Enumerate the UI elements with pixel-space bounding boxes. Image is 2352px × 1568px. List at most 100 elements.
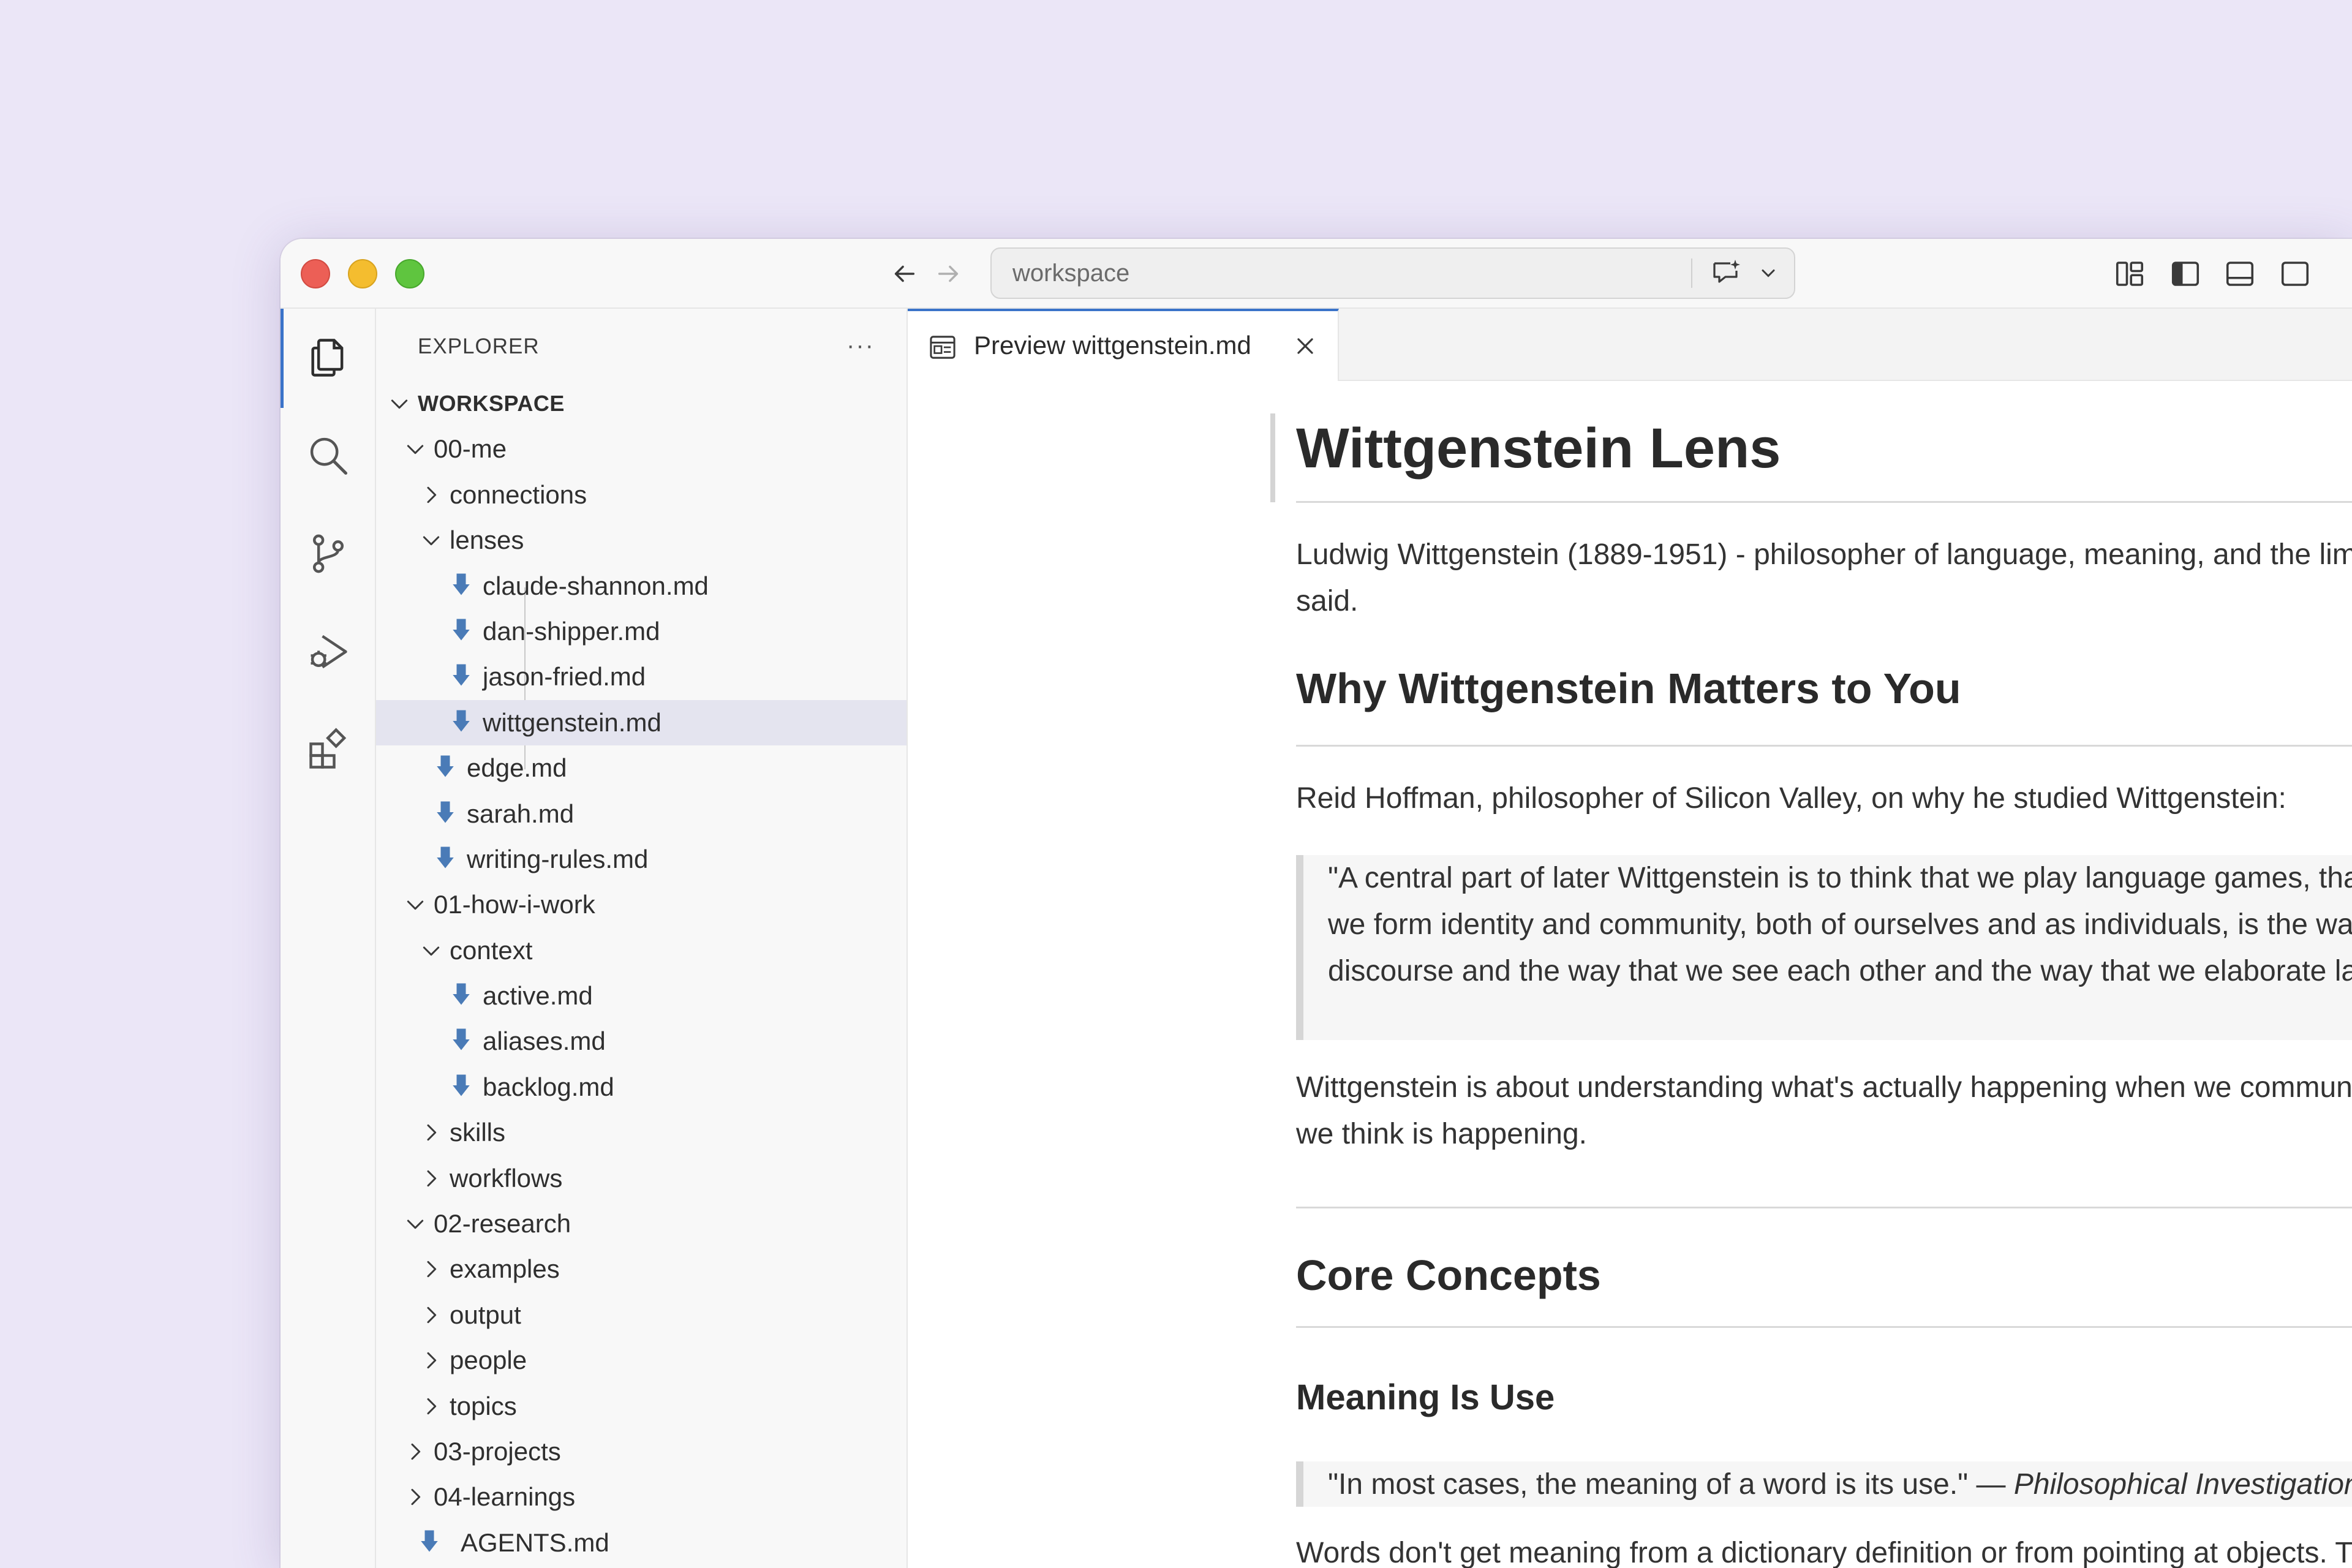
toggle-panel-icon[interactable]: [2223, 257, 2256, 290]
tree-folder-output[interactable]: output: [376, 1292, 907, 1338]
close-window-button[interactable]: [301, 259, 330, 288]
chevron-right-icon[interactable]: [419, 483, 443, 507]
tree-folder-02-research[interactable]: 02-research: [376, 1201, 907, 1246]
editor-area: Preview wittgenstein.md ··· Wittgenstein…: [908, 309, 2352, 1568]
tree-file-dan-shipper-md[interactable]: dan-shipper.md: [376, 609, 907, 654]
chevron-down-icon[interactable]: [1757, 262, 1779, 284]
chevron-right-icon[interactable]: [403, 1439, 428, 1464]
doc-title: Wittgenstein Lens: [1296, 417, 1781, 480]
zoom-window-button[interactable]: [395, 259, 424, 288]
command-center-search[interactable]: workspace: [990, 247, 1795, 299]
tree-folder-skills[interactable]: skills: [376, 1110, 907, 1155]
tab-preview-wittgenstein[interactable]: Preview wittgenstein.md: [908, 309, 1339, 381]
markdown-file-icon: [452, 663, 470, 687]
tree-file-backlog-md[interactable]: backlog.md: [376, 1065, 907, 1110]
explorer-sidebar: EXPLORER ··· WORKSPACE 00-me connections le…: [376, 309, 908, 1568]
search-icon[interactable]: [304, 431, 353, 480]
source-control-icon[interactable]: [304, 529, 353, 578]
minimize-window-button[interactable]: [348, 259, 377, 288]
tree-item-label: 01-how-i-work: [434, 890, 595, 919]
tree-folder-context[interactable]: context: [376, 928, 907, 973]
search-separator: [1691, 258, 1692, 288]
tree-file-writing-rules-md[interactable]: writing-rules.md: [376, 837, 907, 882]
section-divider: [1296, 1207, 2352, 1208]
customize-layout-icon[interactable]: [2113, 257, 2146, 290]
tree-item-label: claude-shannon.md: [483, 571, 709, 600]
heading-meaning-is-use: Meaning Is Use: [1296, 1378, 1555, 1417]
tree-file-sarah-md[interactable]: sarah.md: [376, 791, 907, 837]
toggle-primary-sidebar-icon[interactable]: [2169, 257, 2202, 290]
title-bar: workspace: [281, 239, 2352, 309]
tree-item-label: WORKSPACE: [418, 391, 565, 416]
chevron-down-icon[interactable]: [419, 938, 443, 963]
tree-folder-workflows[interactable]: workflows: [376, 1156, 907, 1201]
file-tree: WORKSPACE 00-me connections lenses claude-sh…: [376, 381, 907, 1566]
about-paragraph: Wittgenstein is about understanding what…: [1296, 1071, 2352, 1150]
tree-folder-04-learnings[interactable]: 04-learnings: [376, 1474, 907, 1520]
tree-item-label: jason-fried.md: [483, 662, 646, 692]
tree-item-label: wittgenstein.md: [483, 707, 662, 737]
markdown-file-icon: [452, 1027, 470, 1052]
tree-folder-03-projects[interactable]: 03-projects: [376, 1429, 907, 1474]
markdown-file-icon: [436, 800, 454, 824]
explorer-title: EXPLORER: [418, 334, 540, 358]
tree-item-label: dan-shipper.md: [483, 616, 660, 646]
tree-folder-00-me[interactable]: 00-me: [376, 426, 907, 472]
tree-folder-people[interactable]: people: [376, 1338, 907, 1383]
back-arrow-icon[interactable]: [884, 254, 924, 294]
tree-item-label: 03-projects: [434, 1436, 561, 1466]
tree-item-label: sarah.md: [467, 799, 575, 828]
chevron-down-icon[interactable]: [419, 528, 443, 552]
chevron-down-icon[interactable]: [403, 1212, 428, 1236]
chevron-right-icon[interactable]: [403, 1485, 428, 1509]
tree-file-claude-shannon-md[interactable]: claude-shannon.md: [376, 564, 907, 609]
chevron-right-icon[interactable]: [419, 1120, 443, 1145]
reid-paragraph: Reid Hoffman, philosopher of Silicon Val…: [1296, 782, 2286, 815]
quote-text: "In most cases, the meaning of a word is…: [1328, 1468, 2014, 1501]
extensions-icon[interactable]: [304, 725, 353, 774]
tree-folder-topics[interactable]: topics: [376, 1384, 907, 1429]
markdown-file-icon: [436, 845, 454, 870]
close-icon[interactable]: [1294, 334, 1317, 358]
tree-file-wittgenstein-md[interactable]: wittgenstein.md: [376, 699, 907, 746]
chevron-down-icon[interactable]: [387, 391, 412, 416]
tree-file-edge-md[interactable]: edge.md: [376, 745, 907, 791]
chevron-right-icon[interactable]: [419, 1394, 443, 1419]
markdown-file-icon: [452, 982, 470, 1006]
scroll-sync-marker: [1270, 413, 1275, 502]
quote-text: "A central part of later Wittgenstein is…: [1328, 862, 2352, 987]
markdown-preview: Wittgenstein Lens Ludwig Wittgenstein (1…: [908, 382, 2352, 1568]
chevron-down-icon[interactable]: [403, 437, 428, 461]
run-and-debug-icon[interactable]: [304, 627, 353, 676]
tree-item-label: backlog.md: [483, 1072, 614, 1101]
chevron-right-icon[interactable]: [419, 1348, 443, 1373]
explorer-files-icon[interactable]: [304, 333, 353, 382]
tree-item-label: AGENTS.md: [461, 1528, 609, 1557]
forward-arrow-icon[interactable]: [929, 254, 969, 294]
tree-item-label: edge.md: [467, 753, 567, 783]
tree-folder-lenses[interactable]: lenses: [376, 518, 907, 563]
tree-folder-01-how-i-work[interactable]: 01-how-i-work: [376, 882, 907, 927]
tree-file-jason-fried-md[interactable]: jason-fried.md: [376, 654, 907, 699]
heading-rule: [1296, 1326, 2352, 1328]
chevron-right-icon[interactable]: [419, 1257, 443, 1281]
quote-source: Philosophical Investigations: [2013, 1468, 2352, 1501]
tree-file-agents-md[interactable]: AGENTS.md: [376, 1520, 907, 1566]
tree-file-aliases-md[interactable]: aliases.md: [376, 1019, 907, 1064]
toggle-secondary-sidebar-icon[interactable]: [2278, 257, 2312, 290]
chevron-right-icon[interactable]: [419, 1303, 443, 1327]
tree-item-label: active.md: [483, 981, 593, 1011]
tree-item-label: 04-learnings: [434, 1482, 576, 1512]
more-actions-button[interactable]: ···: [846, 332, 875, 360]
chevron-down-icon[interactable]: [403, 892, 428, 917]
tree-file-active-md[interactable]: active.md: [376, 973, 907, 1019]
markdown-file-icon: [452, 1073, 470, 1098]
chat-sparkle-icon[interactable]: [1709, 257, 1744, 289]
tree-folder-connections[interactable]: connections: [376, 472, 907, 518]
title-rule: [1296, 501, 2352, 503]
tree-folder-workspace[interactable]: WORKSPACE: [376, 381, 907, 426]
heading-why-wittgenstein: Why Wittgenstein Matters to You: [1296, 665, 1961, 712]
tree-folder-examples[interactable]: examples: [376, 1246, 907, 1292]
chevron-right-icon[interactable]: [419, 1166, 443, 1191]
tree-item-label: skills: [450, 1118, 505, 1147]
